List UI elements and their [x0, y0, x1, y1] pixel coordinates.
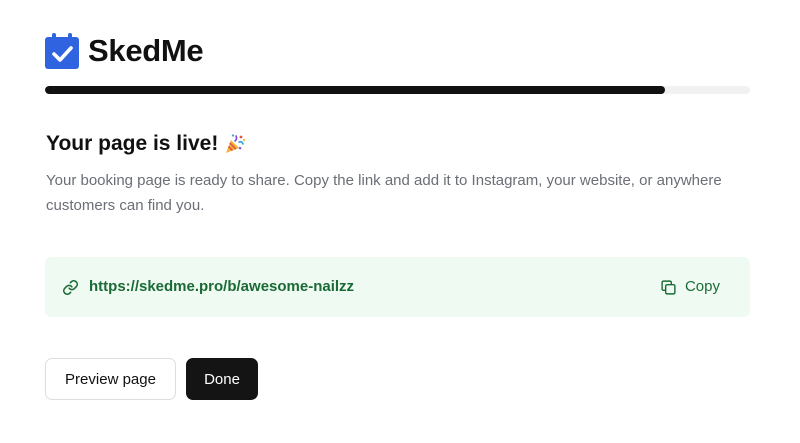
setup-progress-fill: [45, 86, 666, 94]
copy-link-button[interactable]: Copy: [660, 277, 720, 297]
link-icon: [63, 279, 78, 295]
page-description: Your booking page is ready to share. Cop…: [46, 172, 722, 214]
copy-icon: [661, 279, 676, 295]
page-heading: Your page is live!: [46, 131, 246, 157]
preview-page-button[interactable]: Preview page: [45, 358, 176, 400]
brand-logo: SkedMe: [45, 31, 204, 71]
share-link-box: https://skedme.pro/b/awesome-nailzz Copy: [45, 257, 750, 317]
brand-name: SkedMe: [88, 33, 204, 68]
party-popper-icon: [226, 134, 246, 153]
setup-progress-bar: [45, 86, 750, 94]
page-title: Your page is live!: [46, 132, 219, 155]
share-link-url[interactable]: https://skedme.pro/b/awesome-nailzz: [89, 277, 354, 297]
copy-button-label: Copy: [684, 278, 720, 295]
calendar-check-icon: [45, 33, 79, 69]
done-button[interactable]: Done: [186, 358, 258, 400]
